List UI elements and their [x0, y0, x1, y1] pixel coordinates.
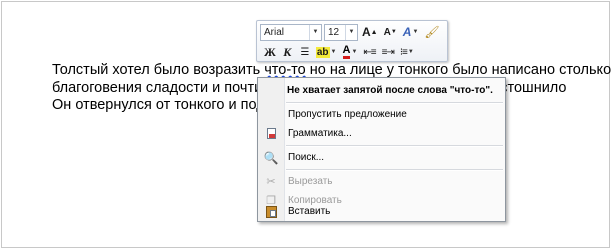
text-segment: Толстый хотел было возразить: [52, 62, 265, 78]
text-effects-icon: A: [402, 25, 412, 39]
shrink-font-button[interactable]: A ▼: [382, 24, 399, 41]
mini-toolbar-row-1: Arial ▼ 12 ▼ A ▲ A ▼ A ▼ 🖌: [260, 23, 442, 41]
menu-separator: [286, 169, 503, 171]
font-size-value: 12: [328, 26, 340, 38]
grow-font-button[interactable]: A ▲: [360, 24, 380, 41]
text-style-button[interactable]: A ▼: [401, 24, 421, 41]
chevron-down-icon[interactable]: ▼: [345, 24, 357, 40]
context-menu: Не хватает запятой после слова "что-то".…: [257, 77, 506, 222]
chevron-down-icon: ▼: [407, 49, 414, 55]
decrease-indent-button[interactable]: ⇤≡: [361, 44, 377, 61]
shrink-font-icon: A: [383, 26, 391, 38]
font-size-combo[interactable]: 12 ▼: [324, 23, 358, 41]
font-name-value: Arial: [264, 26, 285, 38]
menu-item-paste[interactable]: Вставить: [258, 202, 505, 221]
align-center-button[interactable]: ☰: [297, 44, 312, 61]
increase-indent-icon: ≡⇥: [381, 46, 395, 58]
menu-item-cut[interactable]: ✂ Вырезать: [258, 172, 505, 191]
highlighter-icon: ab: [315, 46, 330, 58]
font-color-icon: A: [342, 45, 351, 59]
down-arrow-icon: ▼: [390, 29, 397, 35]
scissors-icon: ✂: [266, 176, 276, 188]
mini-toolbar: Arial ▼ 12 ▼ A ▲ A ▼ A ▼ 🖌 Ж К ☰ ab ▼ A ▼ ⇤≡ …: [256, 20, 448, 62]
bold-icon: Ж: [264, 44, 276, 59]
menu-item-label: Грамматика...: [288, 128, 352, 139]
font-color-button[interactable]: A ▼: [341, 44, 360, 61]
mini-toolbar-row-2: Ж К ☰ ab ▼ A ▼ ⇤≡ ≡⇥ ⁝≡ ▼: [260, 43, 416, 61]
menu-separator: [286, 145, 503, 147]
italic-button[interactable]: К: [280, 44, 295, 61]
menu-item-label: Пропустить предложение: [288, 109, 407, 120]
grow-font-icon: A: [362, 25, 371, 39]
chevron-down-icon: ▼: [330, 49, 337, 55]
paintbrush-icon: 🖌: [424, 25, 440, 39]
menu-item-label: Вырезать: [288, 176, 333, 187]
font-name-combo[interactable]: Arial ▼: [260, 23, 322, 41]
menu-item-label: Вставить: [288, 206, 331, 217]
grammar-suggestion-item[interactable]: Не хватает запятой после слова "что-то".: [258, 81, 505, 100]
format-painter-button[interactable]: 🖌: [422, 24, 441, 41]
bold-button[interactable]: Ж: [262, 44, 278, 61]
search-icon: 🔍: [263, 150, 279, 165]
highlight-button[interactable]: ab ▼: [314, 44, 339, 61]
up-arrow-icon: ▲: [370, 28, 378, 36]
decrease-indent-icon: ⇤≡: [363, 46, 376, 58]
menu-item-label: Поиск...: [288, 152, 325, 163]
bullets-button[interactable]: ⁝≡ ▼: [398, 44, 416, 61]
grammar-suggestion-label: Не хватает запятой после слова "что-то".: [287, 85, 493, 96]
bullet-list-icon: ⁝≡: [399, 46, 408, 58]
italic-icon: К: [283, 44, 292, 59]
grammar-error-word[interactable]: что-то: [264, 62, 305, 78]
align-center-icon: ☰: [300, 46, 309, 58]
increase-indent-button[interactable]: ≡⇥: [380, 44, 396, 61]
chevron-down-icon: ▼: [412, 29, 419, 35]
grammar-icon: [258, 128, 284, 139]
menu-separator: [286, 102, 503, 104]
menu-item-grammar[interactable]: Грамматика...: [258, 124, 505, 143]
menu-item-ignore-sentence[interactable]: Пропустить предложение: [258, 105, 505, 124]
chevron-down-icon[interactable]: ▼: [309, 24, 321, 40]
text-segment: стошнило: [500, 79, 567, 96]
paste-icon: [258, 205, 284, 218]
chevron-down-icon: ▼: [351, 49, 358, 55]
text-segment: но на лице у тонкого было написано столь…: [305, 62, 612, 78]
menu-item-search[interactable]: 🔍 Поиск...: [258, 148, 505, 167]
